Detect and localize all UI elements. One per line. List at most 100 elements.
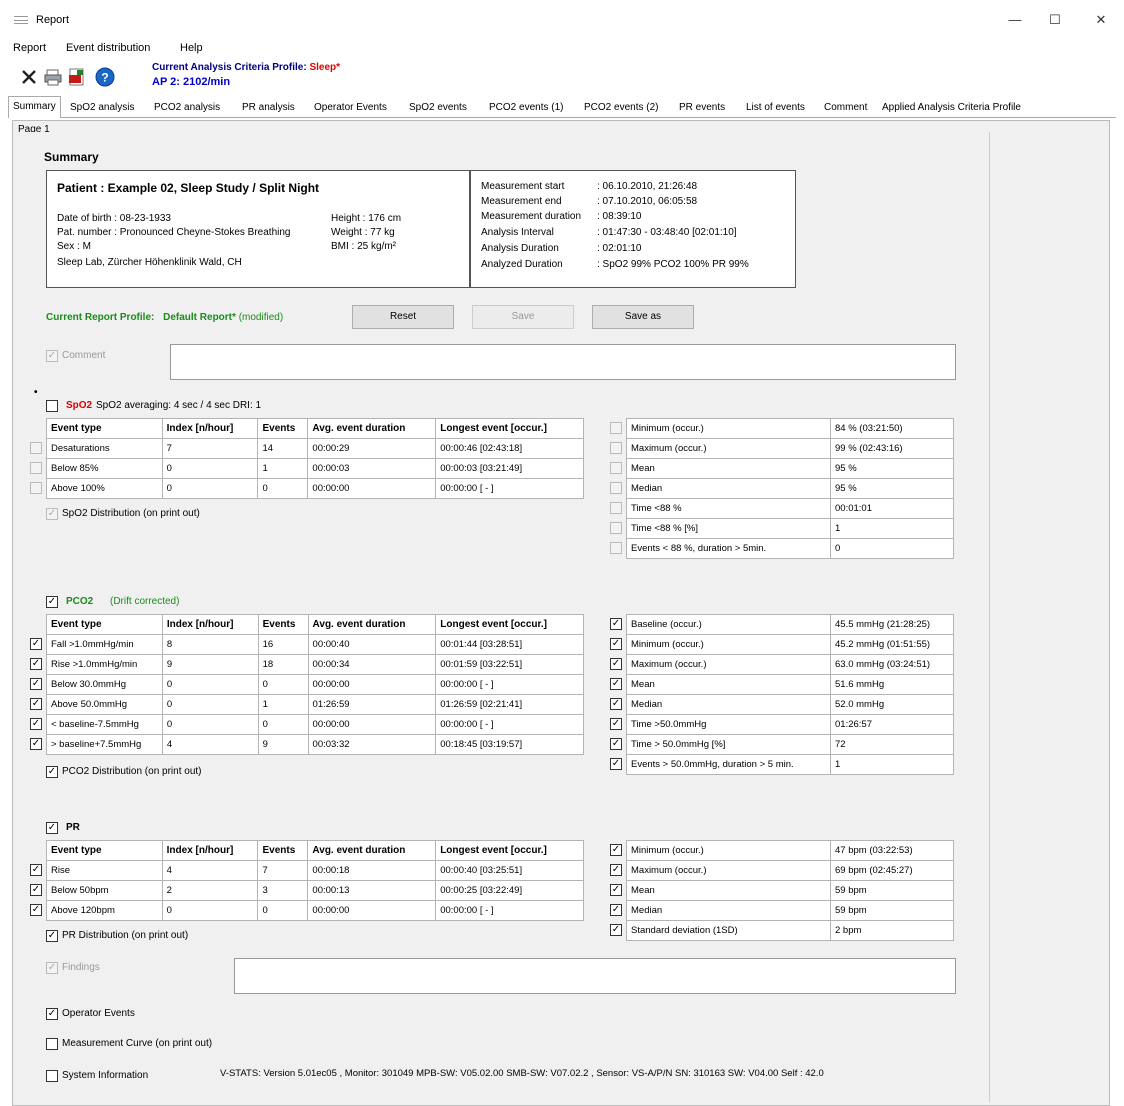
spo2-distribution-checkbox[interactable]: ✓	[46, 508, 58, 520]
pco2-row-checkbox[interactable]: ✓	[30, 678, 42, 690]
pr-stat-checkbox[interactable]: ✓	[610, 904, 622, 916]
patient-title: Patient : Example 02, Sleep Study / Spli…	[57, 181, 320, 195]
pco2-stat-checkbox[interactable]: ✓	[610, 758, 622, 770]
pco2-stat-checkbox[interactable]: ✓	[610, 678, 622, 690]
tab-pco2-analysis[interactable]: PCO2 analysis	[150, 98, 224, 118]
pr-stat-checkbox[interactable]: ✓	[610, 864, 622, 876]
table-row: Below 50bpm 2 3 00:00:13 00:00:25 [03:22…	[46, 880, 584, 901]
menu-event-distribution[interactable]: Event distribution	[66, 42, 150, 54]
pr-stat-checkbox[interactable]: ✓	[610, 924, 622, 936]
spo2-checkbox[interactable]	[46, 400, 58, 412]
pco2-stats-table: Baseline (occur.) 45.5 mmHg (21:28:25) Mi…	[626, 614, 954, 775]
print-icon[interactable]	[42, 66, 64, 88]
tab-list-of-events[interactable]: List of events	[742, 98, 809, 118]
stat-label: Time > 50.0mmHg [%]	[626, 734, 831, 755]
table-header-row: Event type Index [n/hour] Events Avg. ev…	[46, 840, 584, 861]
stat-label: Maximum (occur.)	[626, 654, 831, 675]
table-row: Mean 51.6 mmHg	[626, 674, 954, 695]
table-cell: Below 85%	[46, 458, 163, 479]
table-header-row: Event type Index [n/hour] Events Avg. ev…	[46, 614, 584, 635]
pr-distribution-checkbox[interactable]: ✓	[46, 930, 58, 942]
close-window-button[interactable]: ✕	[1078, 8, 1124, 32]
tab-pco2-events-2[interactable]: PCO2 events (2)	[580, 98, 662, 118]
spo2-stat-checkbox[interactable]	[610, 422, 622, 434]
tab-operator-events[interactable]: Operator Events	[310, 98, 391, 118]
stat-label: Minimum (occur.)	[626, 418, 831, 439]
spo2-row-checkbox[interactable]	[30, 482, 42, 494]
findings-checkbox[interactable]: ✓	[46, 962, 58, 974]
tab-spo2-analysis[interactable]: SpO2 analysis	[66, 98, 138, 118]
pr-stat-checkbox[interactable]: ✓	[610, 844, 622, 856]
pco2-stat-checkbox[interactable]: ✓	[610, 738, 622, 750]
pco2-stat-checkbox[interactable]: ✓	[610, 618, 622, 630]
pco2-stat-checkbox[interactable]: ✓	[610, 638, 622, 650]
table-row: Time >50.0mmHg 01:26:57	[626, 714, 954, 735]
pco2-checkbox[interactable]: ✓	[46, 596, 58, 608]
tab-summary[interactable]: Summary	[8, 96, 61, 118]
operator-events-checkbox[interactable]: ✓	[46, 1008, 58, 1020]
measurement-curve-checkbox[interactable]	[46, 1038, 58, 1050]
close-icon[interactable]	[18, 66, 40, 88]
pr-checkbox[interactable]: ✓	[46, 822, 58, 834]
stat-value: 0	[830, 538, 954, 559]
pco2-row-checkbox[interactable]: ✓	[30, 698, 42, 710]
pco2-stat-checkbox[interactable]: ✓	[610, 698, 622, 710]
table-row: Minimum (occur.) 45.2 mmHg (01:51:55)	[626, 634, 954, 655]
stat-value: 84 % (03:21:50)	[830, 418, 954, 439]
pr-row-checkbox[interactable]: ✓	[30, 864, 42, 876]
pco2-row-checkbox[interactable]: ✓	[30, 738, 42, 750]
spo2-stat-checkbox[interactable]	[610, 442, 622, 454]
pco2-stat-checkbox[interactable]: ✓	[610, 658, 622, 670]
help-icon[interactable]: ?	[94, 66, 116, 88]
pr-stat-checkbox[interactable]: ✓	[610, 884, 622, 896]
table-row: Mean 95 %	[626, 458, 954, 479]
stat-value: 1	[830, 518, 954, 539]
tab-comment[interactable]: Comment	[820, 98, 871, 118]
comment-textbox[interactable]	[170, 344, 956, 380]
comment-checkbox[interactable]: ✓	[46, 350, 58, 362]
table-cell: 0	[161, 694, 259, 715]
table-cell: 01:26:59 [02:21:41]	[435, 694, 584, 715]
table-row: Median 95 %	[626, 478, 954, 499]
tab-pr-analysis[interactable]: PR analysis	[238, 98, 299, 118]
spo2-stat-checkbox[interactable]	[610, 522, 622, 534]
maximize-button[interactable]: ☐	[1032, 8, 1078, 32]
save-as-button[interactable]: Save as	[592, 305, 694, 329]
pdf-icon[interactable]	[66, 66, 88, 88]
pr-row-checkbox[interactable]: ✓	[30, 904, 42, 916]
meas-value-duration: : 08:39:10	[597, 211, 642, 222]
tab-applied-analysis-criteria-profile[interactable]: Applied Analysis Criteria Profile	[878, 98, 1025, 118]
reset-button[interactable]: Reset	[352, 305, 454, 329]
spo2-stat-checkbox[interactable]	[610, 462, 622, 474]
findings-textbox[interactable]	[234, 958, 956, 994]
column-header: Event type	[46, 614, 163, 635]
table-row: Standard deviation (1SD) 2 bpm	[626, 920, 954, 941]
spo2-stat-checkbox[interactable]	[610, 502, 622, 514]
operator-events-label: Operator Events	[62, 1008, 135, 1019]
pr-row-checkbox[interactable]: ✓	[30, 884, 42, 896]
menu-help[interactable]: Help	[180, 42, 203, 54]
stat-value: 52.0 mmHg	[830, 694, 954, 715]
pco2-distribution-checkbox[interactable]: ✓	[46, 766, 58, 778]
spo2-row-checkbox[interactable]	[30, 442, 42, 454]
pco2-stat-checkbox[interactable]: ✓	[610, 718, 622, 730]
stat-label: Baseline (occur.)	[626, 614, 831, 635]
menu-report[interactable]: Report	[13, 42, 46, 54]
system-information-checkbox[interactable]	[46, 1070, 58, 1082]
table-header-row: Event type Index [n/hour] Events Avg. ev…	[46, 418, 584, 439]
spo2-stat-checkbox[interactable]	[610, 542, 622, 554]
pco2-row-checkbox[interactable]: ✓	[30, 718, 42, 730]
report-profile-label: Current Report Profile:	[46, 312, 155, 323]
spo2-stat-checkbox[interactable]	[610, 482, 622, 494]
tab-pco2-events-1[interactable]: PCO2 events (1)	[485, 98, 567, 118]
table-cell: 0	[161, 478, 259, 499]
pco2-row-checkbox[interactable]: ✓	[30, 658, 42, 670]
table-cell: 00:00:18	[307, 860, 437, 881]
pco2-row-checkbox[interactable]: ✓	[30, 638, 42, 650]
patient-number: Pat. number : Pronounced Cheyne-Stokes B…	[57, 227, 291, 238]
column-header: Event type	[46, 418, 163, 439]
spo2-row-checkbox[interactable]	[30, 462, 42, 474]
tab-spo2-events[interactable]: SpO2 events	[405, 98, 471, 118]
save-button[interactable]: Save	[472, 305, 574, 329]
tab-pr-events[interactable]: PR events	[675, 98, 729, 118]
